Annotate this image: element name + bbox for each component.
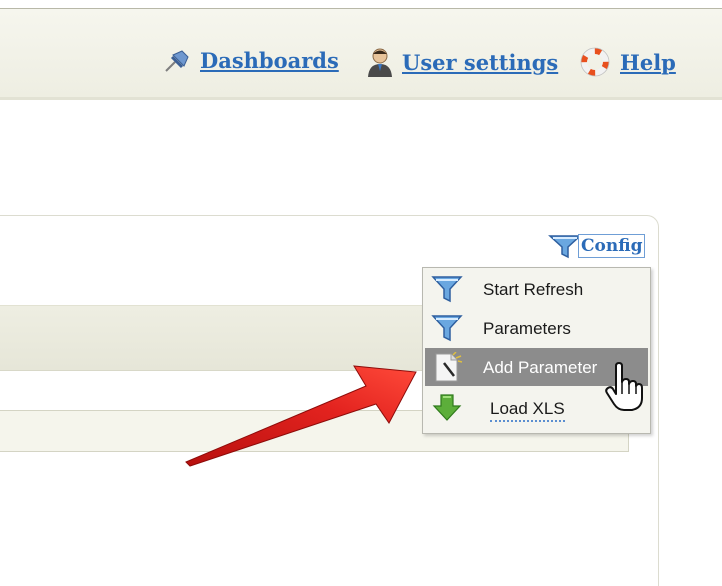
menu-item-parameters[interactable]: Parameters bbox=[425, 309, 648, 347]
funnel-icon bbox=[548, 235, 582, 259]
nav-link-dashboards[interactable]: Dashboards bbox=[162, 47, 339, 73]
lifebuoy-icon bbox=[580, 47, 610, 77]
nav-link-label: Help bbox=[620, 49, 676, 75]
nav-link-help[interactable]: Help bbox=[578, 47, 676, 77]
funnel-icon bbox=[431, 276, 463, 303]
config-button[interactable]: Config bbox=[548, 233, 646, 259]
menu-item-label: Parameters bbox=[483, 319, 571, 338]
nav-link-label: Dashboards bbox=[200, 47, 339, 73]
user-icon bbox=[368, 48, 392, 77]
nav-link-user-settings[interactable]: User settings bbox=[366, 47, 558, 77]
menu-item-start-refresh[interactable]: Start Refresh bbox=[425, 270, 648, 308]
menu-item-label: Add Parameter bbox=[483, 358, 598, 377]
menu-item-label: Load XLS bbox=[490, 399, 565, 422]
config-button-label: Config bbox=[578, 234, 646, 258]
hand-cursor-icon bbox=[605, 362, 643, 411]
panel-header-band bbox=[0, 305, 424, 371]
new-document-icon bbox=[435, 352, 463, 382]
funnel-icon bbox=[431, 315, 463, 342]
download-arrow-icon bbox=[432, 394, 462, 421]
pushpin-icon bbox=[165, 50, 189, 72]
nav-link-label: User settings bbox=[402, 49, 559, 75]
menu-item-label: Start Refresh bbox=[483, 280, 584, 299]
top-navigation-bar: Dashboards User settings Help bbox=[0, 8, 722, 100]
